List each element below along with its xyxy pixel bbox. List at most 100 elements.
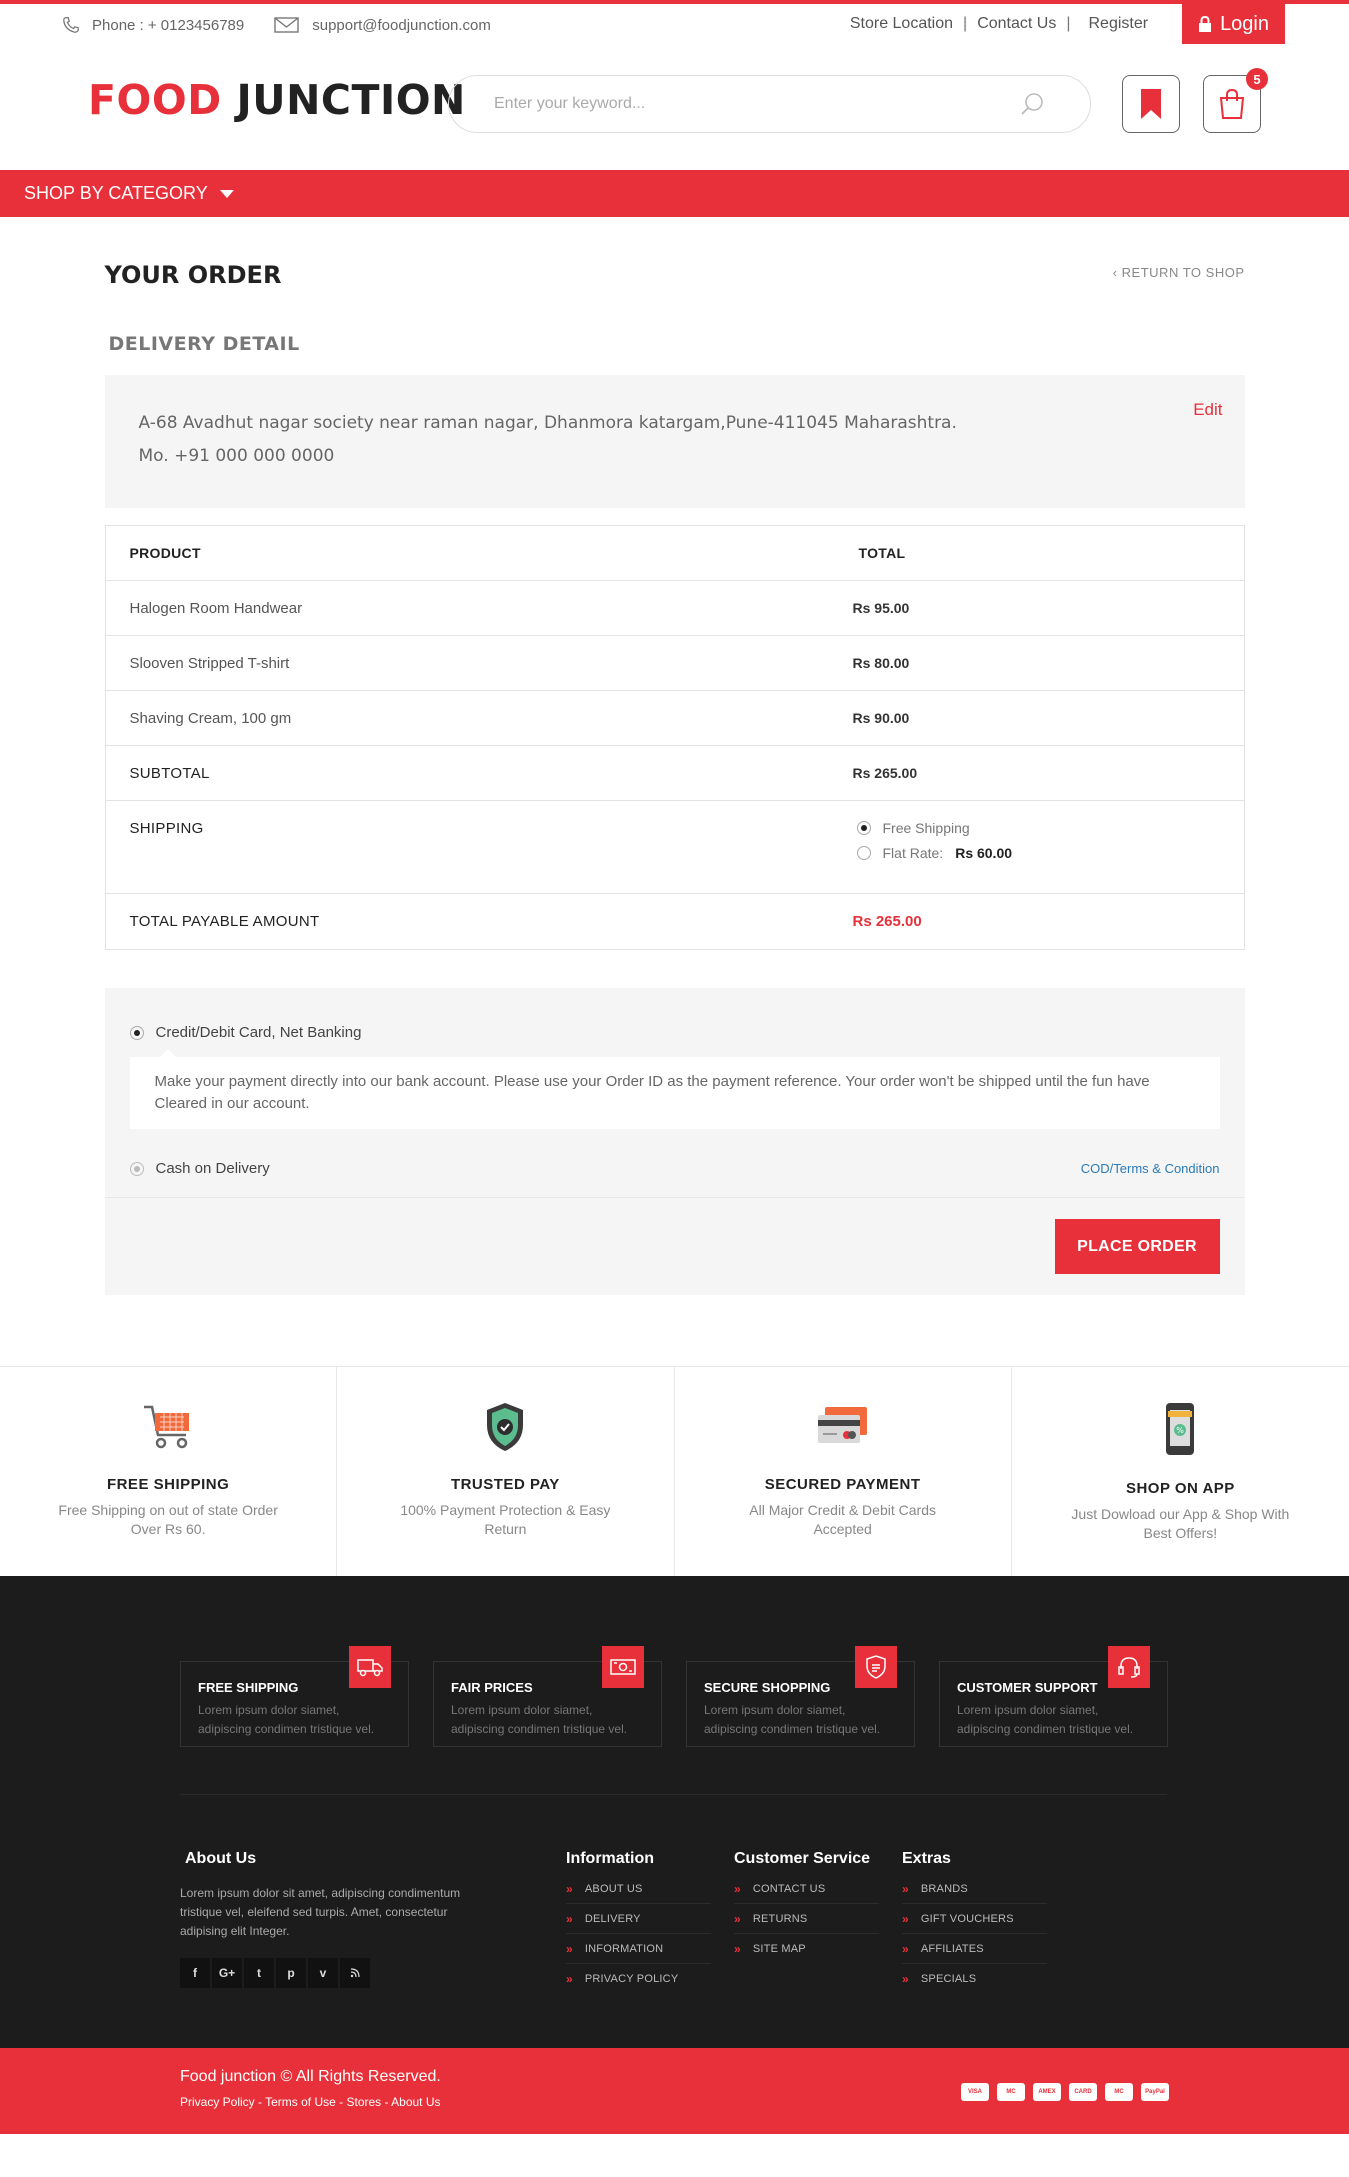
footer-link[interactable]: » DELIVERY — [566, 1904, 711, 1934]
category-nav[interactable]: SHOP BY CATEGORY — [0, 170, 1349, 217]
store-location-link[interactable]: Store Location — [850, 15, 953, 33]
footer-box-desc: Lorem ipsum dolor siamet, adipiscing con… — [704, 1703, 881, 1736]
chevron-right-icon: » — [566, 1941, 573, 1956]
table-header: PRODUCT TOTAL — [105, 526, 1244, 581]
twitter-icon[interactable]: t — [244, 1958, 274, 1988]
product-price: Rs 95.00 — [852, 600, 910, 616]
footer-link[interactable]: » GIFT VOUCHERS — [902, 1904, 1047, 1934]
footer-box-fair-prices: FAIR PRICES Lorem ipsum dolor siamet, ad… — [433, 1646, 662, 1747]
vimeo-icon[interactable]: v — [308, 1958, 338, 1988]
chevron-right-icon: » — [734, 1911, 741, 1926]
bookmark-icon — [1141, 89, 1161, 119]
contact-us-link[interactable]: Contact Us — [977, 15, 1056, 33]
footer-box-secure-shopping: SECURE SHOPPING Lorem ipsum dolor siamet… — [686, 1646, 915, 1747]
google-plus-icon[interactable]: G+ — [212, 1958, 242, 1988]
shopping-bag-icon — [1219, 88, 1245, 119]
footer-col-customer-service: Customer Service » CONTACT US » RETURNS » S… — [734, 1850, 879, 1964]
about-us-section: About Us Lorem ipsum dolor sit amet, adi… — [180, 1850, 495, 1988]
cod-label: Cash on Delivery — [155, 1160, 270, 1177]
logo-word-food: FOOD — [88, 76, 222, 124]
email-info: support@foodjunction.com — [256, 16, 491, 34]
feature-trusted-pay: TRUSTED PAY 100% Payment Protection & Ea… — [337, 1367, 675, 1576]
footer-link-label: SPECIALS — [920, 1973, 977, 1985]
credit-card-icon — [817, 1407, 867, 1443]
caret-down-icon — [219, 189, 234, 198]
shipping-row: SHIPPING Free Shipping Flat Rate: Rs 60.… — [105, 801, 1244, 894]
pinterest-icon[interactable]: p — [276, 1958, 306, 1988]
email-text[interactable]: support@foodjunction.com — [312, 17, 491, 34]
payment-footer: PLACE ORDER — [104, 1197, 1245, 1295]
footer-link[interactable]: » CONTACT US — [734, 1874, 879, 1904]
footer-link[interactable]: » SITE MAP — [734, 1934, 879, 1964]
contact-info: Phone : + 0123456789 support@foodjunctio… — [62, 16, 491, 34]
footer-link[interactable]: » PRIVACY POLICY — [566, 1964, 711, 1994]
product-name: Shaving Cream, 100 gm — [129, 709, 292, 727]
table-row: Halogen Room Handwear Rs 95.00 — [105, 581, 1244, 636]
footer-link-label: SITE MAP — [752, 1943, 806, 1955]
flat-rate-option[interactable]: Flat Rate: Rs 60.00 — [856, 845, 1244, 861]
total-value: Rs 265.00 — [852, 913, 922, 930]
radio-selected[interactable] — [129, 1025, 144, 1040]
product-name: Slooven Stripped T-shirt — [129, 654, 290, 672]
return-to-shop-link[interactable]: ‹ RETURN TO SHOP — [1113, 265, 1245, 280]
footer-divider — [180, 1794, 1167, 1795]
radio-unselected[interactable] — [856, 846, 871, 860]
logo-word-junction: JUNCTION — [236, 76, 466, 124]
free-shipping-label: Free Shipping — [882, 820, 970, 836]
footer-link[interactable]: » ABOUT US — [566, 1874, 711, 1904]
flat-rate-label: Flat Rate: — [882, 845, 944, 861]
phone-text: Phone : + 0123456789 — [92, 16, 245, 34]
cart-count-badge: 5 — [1246, 68, 1268, 90]
cart-button[interactable]: 5 — [1203, 68, 1268, 133]
footer-col-extras: Extras » BRANDS » GIFT VOUCHERS » AFFILIATE… — [902, 1850, 1047, 1994]
mobile-icon: % — [1166, 1403, 1195, 1455]
place-order-button[interactable]: PLACE ORDER — [1054, 1219, 1220, 1274]
footer-link-label: PRIVACY POLICY — [584, 1973, 679, 1985]
mastercard-icon: MC — [997, 2083, 1025, 2101]
footer-highlights: FREE SHIPPING Lorem ipsum dolor siamet, … — [180, 1646, 1192, 1747]
delivery-box: A-68 Avadhut nagar society near raman na… — [104, 375, 1245, 508]
radio-selected[interactable] — [856, 821, 871, 835]
free-shipping-option[interactable]: Free Shipping — [856, 820, 1244, 836]
footer-box-customer-support: CUSTOMER SUPPORT Lorem ipsum dolor siame… — [939, 1646, 1168, 1747]
address-text: A-68 Avadhut nagar society near raman na… — [138, 413, 957, 433]
register-link[interactable]: Register — [1088, 15, 1148, 33]
footer-link[interactable]: » SPECIALS — [902, 1964, 1047, 1994]
footer-link[interactable]: » BRANDS — [902, 1874, 1047, 1904]
rss-icon[interactable] — [340, 1958, 370, 1988]
wishlist-button[interactable] — [1122, 75, 1180, 133]
table-row: Slooven Stripped T-shirt Rs 80.00 — [105, 636, 1244, 691]
footer-link[interactable]: » AFFILIATES — [902, 1934, 1047, 1964]
top-links: Store Location | Contact Us | Register L… — [850, 4, 1285, 44]
footer-col-title: Extras — [902, 1850, 951, 1867]
footer-col-information: Information » ABOUT US » DELIVERY » INFORMA… — [566, 1850, 711, 1994]
search-icon[interactable] — [1019, 91, 1045, 117]
radio-unselected[interactable] — [129, 1161, 144, 1176]
shipping-label: SHIPPING — [129, 820, 204, 837]
order-table: PRODUCT TOTAL Halogen Room Handwear Rs 9… — [104, 525, 1245, 950]
footer-col-title: Information — [566, 1850, 654, 1867]
cod-terms-link[interactable]: COD/Terms & Condition — [1081, 1161, 1220, 1176]
chevron-right-icon: » — [734, 1942, 741, 1956]
footer-box-desc: Lorem ipsum dolor siamet, adipiscing con… — [198, 1703, 375, 1736]
footer-link[interactable]: » INFORMATION — [566, 1934, 711, 1964]
cod-option[interactable]: Cash on Delivery COD/Terms & Condition — [129, 1160, 1220, 1177]
order-header: YOUR ORDER ‹ RETURN TO SHOP — [105, 217, 1245, 333]
card-icon: CARD — [1069, 2083, 1097, 2101]
edit-address-link[interactable]: Edit — [1193, 393, 1222, 426]
card-payment-option[interactable]: Credit/Debit Card, Net Banking — [129, 1024, 1220, 1041]
chevron-right-icon: » — [902, 1941, 909, 1956]
feature-desc: Just Dowload our App & Shop With Best Of… — [1071, 1506, 1290, 1541]
site-logo[interactable]: FOOD JUNCTION — [88, 76, 466, 124]
footer-link[interactable]: » RETURNS — [734, 1904, 879, 1934]
footer: FREE SHIPPING Lorem ipsum dolor siamet, … — [0, 1576, 1349, 2048]
footer-link-label: BRANDS — [920, 1882, 968, 1895]
login-label: Login — [1220, 12, 1269, 35]
feature-title: TRUSTED PAY — [450, 1476, 560, 1493]
login-button[interactable]: Login — [1182, 4, 1285, 44]
money-icon — [602, 1646, 644, 1688]
search-input[interactable] — [494, 95, 1019, 113]
legal-links[interactable]: Privacy Policy - Terms of Use - Stores -… — [180, 2095, 441, 2109]
facebook-icon[interactable]: f — [180, 1958, 210, 1988]
shield-icon — [487, 1403, 524, 1451]
